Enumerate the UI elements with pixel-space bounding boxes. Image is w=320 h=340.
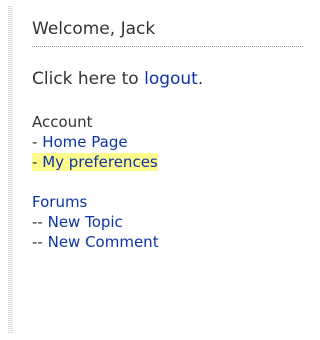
my-preferences-link[interactable]: My preferences bbox=[42, 153, 158, 171]
logout-suffix: . bbox=[197, 69, 204, 89]
account-item-bullet: - bbox=[32, 153, 43, 171]
new-topic-link[interactable]: New Topic bbox=[48, 213, 123, 231]
sidebar-left-border bbox=[8, 6, 13, 334]
account-section: Account - Home Page - My preferences bbox=[32, 112, 303, 172]
logout-prefix: Click here to bbox=[32, 69, 145, 89]
forums-item-bullet: -- bbox=[32, 213, 48, 231]
account-item-my-preferences: - My preferences bbox=[32, 152, 303, 172]
logout-link[interactable]: logout bbox=[144, 69, 198, 89]
welcome-text: Welcome, Jack bbox=[32, 18, 303, 47]
new-comment-link[interactable]: New Comment bbox=[48, 233, 159, 251]
forums-item-bullet: -- bbox=[32, 233, 48, 251]
forums-section: Forums -- New Topic -- New Comment bbox=[32, 192, 303, 252]
home-page-link[interactable]: Home Page bbox=[42, 133, 127, 151]
user-menu-panel: Welcome, Jack Click here to logout. Acco… bbox=[32, 18, 303, 252]
forums-item-new-topic: -- New Topic bbox=[32, 212, 303, 232]
forums-item-new-comment: -- New Comment bbox=[32, 232, 303, 252]
account-item-bullet: - bbox=[32, 133, 43, 151]
account-heading: Account bbox=[32, 113, 93, 131]
forums-link[interactable]: Forums bbox=[32, 193, 87, 211]
account-item-home-page: - Home Page bbox=[32, 132, 303, 152]
logout-line: Click here to logout. bbox=[32, 68, 303, 90]
